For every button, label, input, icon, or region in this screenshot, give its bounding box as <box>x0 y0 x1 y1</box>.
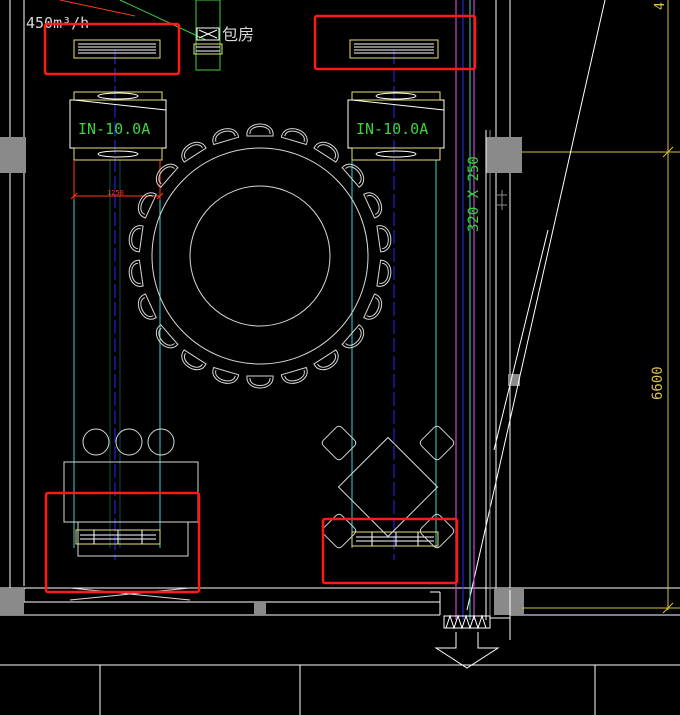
column-left-upper <box>0 137 26 173</box>
column-left-lower <box>0 588 24 615</box>
duct-size-label: 320 X 250 <box>466 156 482 232</box>
edge-mark-label: 4 <box>653 2 668 10</box>
dimension-height-label: 6600 <box>650 366 666 400</box>
column-right-lower <box>494 588 524 615</box>
dimension-width-label: 1250 <box>107 189 124 197</box>
unit-left-label: IN-10.0A <box>78 120 150 138</box>
unit-right-label: IN-10.0A <box>356 120 428 138</box>
column-bottom-mid <box>254 602 266 615</box>
room-label: 包房 <box>222 25 254 44</box>
cad-floor-plan: 6600 4 320 X 250 IN-10.0A IN-10.0A 1250 … <box>0 0 680 715</box>
column-right-upper <box>486 137 522 173</box>
